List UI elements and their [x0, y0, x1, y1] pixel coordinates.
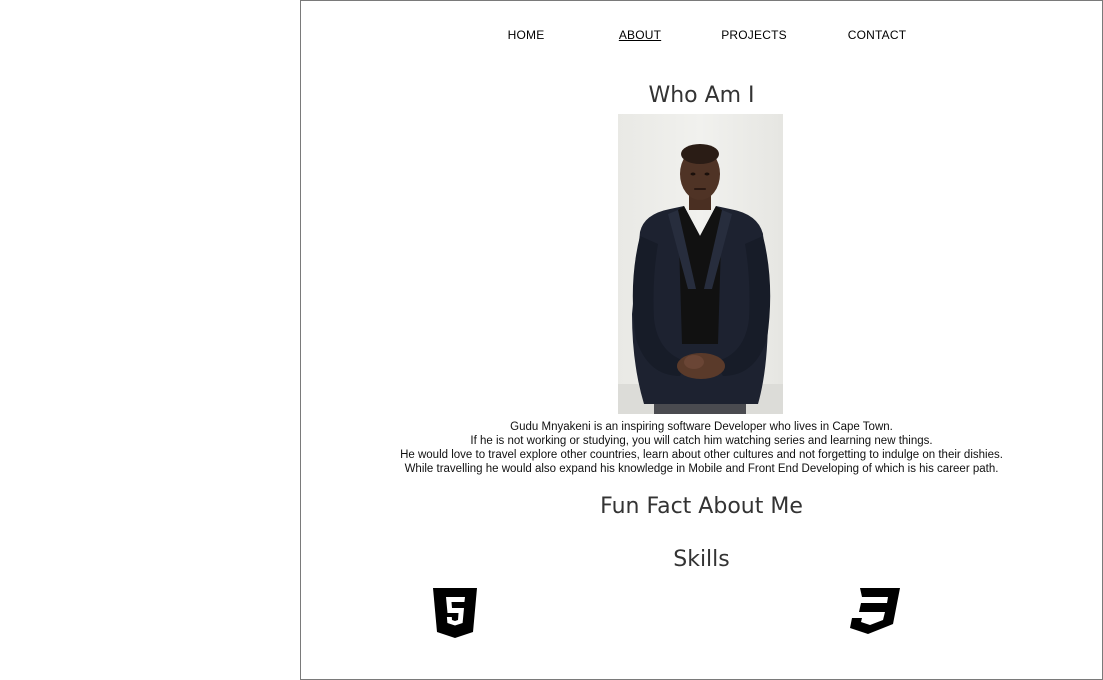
profile-photo: [618, 114, 783, 414]
bio-text: Gudu Mnyakeni is an inspiring software D…: [301, 420, 1102, 476]
bio-line: He would love to travel explore other co…: [400, 449, 1003, 461]
bio-line: Gudu Mnyakeni is an inspiring software D…: [510, 421, 893, 433]
skills-heading: Skills: [673, 547, 730, 572]
main-nav: HOME ABOUT PROJECTS CONTACT: [301, 28, 1102, 44]
profile-photo-illustration: [618, 144, 783, 414]
about-heading: Who Am I: [648, 83, 755, 108]
bio-line: While travelling he would also expand hi…: [404, 463, 999, 475]
css3-icon: [850, 588, 900, 634]
nav-home-link[interactable]: HOME: [508, 28, 545, 42]
nav-projects-link[interactable]: PROJECTS: [721, 28, 787, 42]
bio-line: If he is not working or studying, you wi…: [470, 435, 933, 447]
html5-icon: [433, 588, 477, 638]
page-frame: HOME ABOUT PROJECTS CONTACT Who Am I Gud…: [300, 0, 1103, 680]
fun-fact-heading: Fun Fact About Me: [600, 494, 803, 519]
nav-contact-link[interactable]: CONTACT: [848, 28, 907, 42]
nav-about-link[interactable]: ABOUT: [619, 28, 661, 42]
